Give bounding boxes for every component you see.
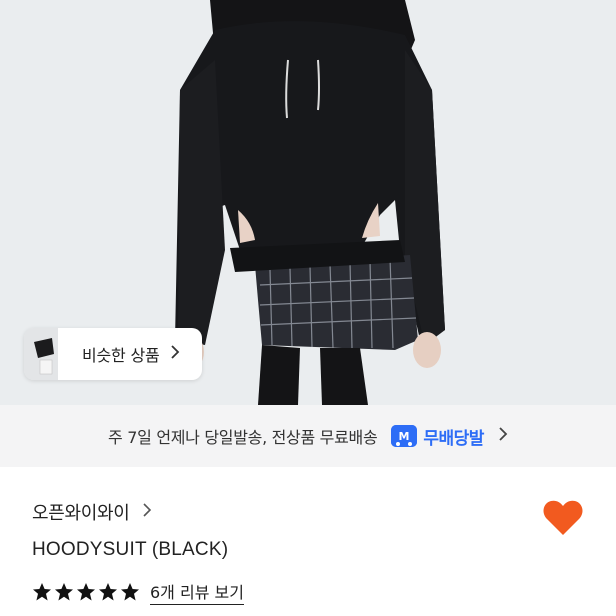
- shop-link[interactable]: 오픈와이와이: [32, 499, 152, 525]
- shipping-text: 주 7일 언제나 당일발송, 전상품 무료배송: [108, 428, 378, 447]
- heart-icon[interactable]: [542, 499, 584, 537]
- star-icon: [55, 583, 73, 601]
- similar-products-button[interactable]: 비슷한 상품: [24, 328, 202, 380]
- free-shipping-label: 무배당발: [423, 428, 484, 449]
- shipping-banner[interactable]: 주 7일 언제나 당일발송, 전상품 무료배송 M 무배당발: [0, 405, 616, 467]
- shop-name: 오픈와이와이: [32, 503, 130, 524]
- review-link[interactable]: 6개 리뷰 보기: [150, 579, 244, 605]
- product-image-area[interactable]: 비슷한 상품: [0, 0, 616, 405]
- star-icon: [77, 583, 95, 601]
- star-icon: [33, 583, 51, 601]
- delivery-truck-icon: M: [391, 425, 418, 447]
- star-rating: [32, 582, 142, 602]
- free-shipping-badge: M 무배당발: [391, 424, 484, 449]
- product-info: 오픈와이와이 HOODYSUIT (BLACK) 6개 리뷰 보기: [0, 467, 616, 616]
- star-icon: [121, 583, 139, 601]
- similar-product-thumbnail: [24, 328, 58, 380]
- similar-products-label: 비슷한 상품: [82, 346, 160, 365]
- product-title: HOODYSUIT (BLACK): [32, 539, 229, 560]
- rating-row: 6개 리뷰 보기: [32, 579, 244, 605]
- chevron-right-icon: [170, 344, 180, 364]
- chevron-right-icon: [498, 426, 508, 446]
- svg-text:M: M: [399, 430, 410, 443]
- chevron-right-icon: [142, 502, 152, 522]
- star-icon: [99, 583, 117, 601]
